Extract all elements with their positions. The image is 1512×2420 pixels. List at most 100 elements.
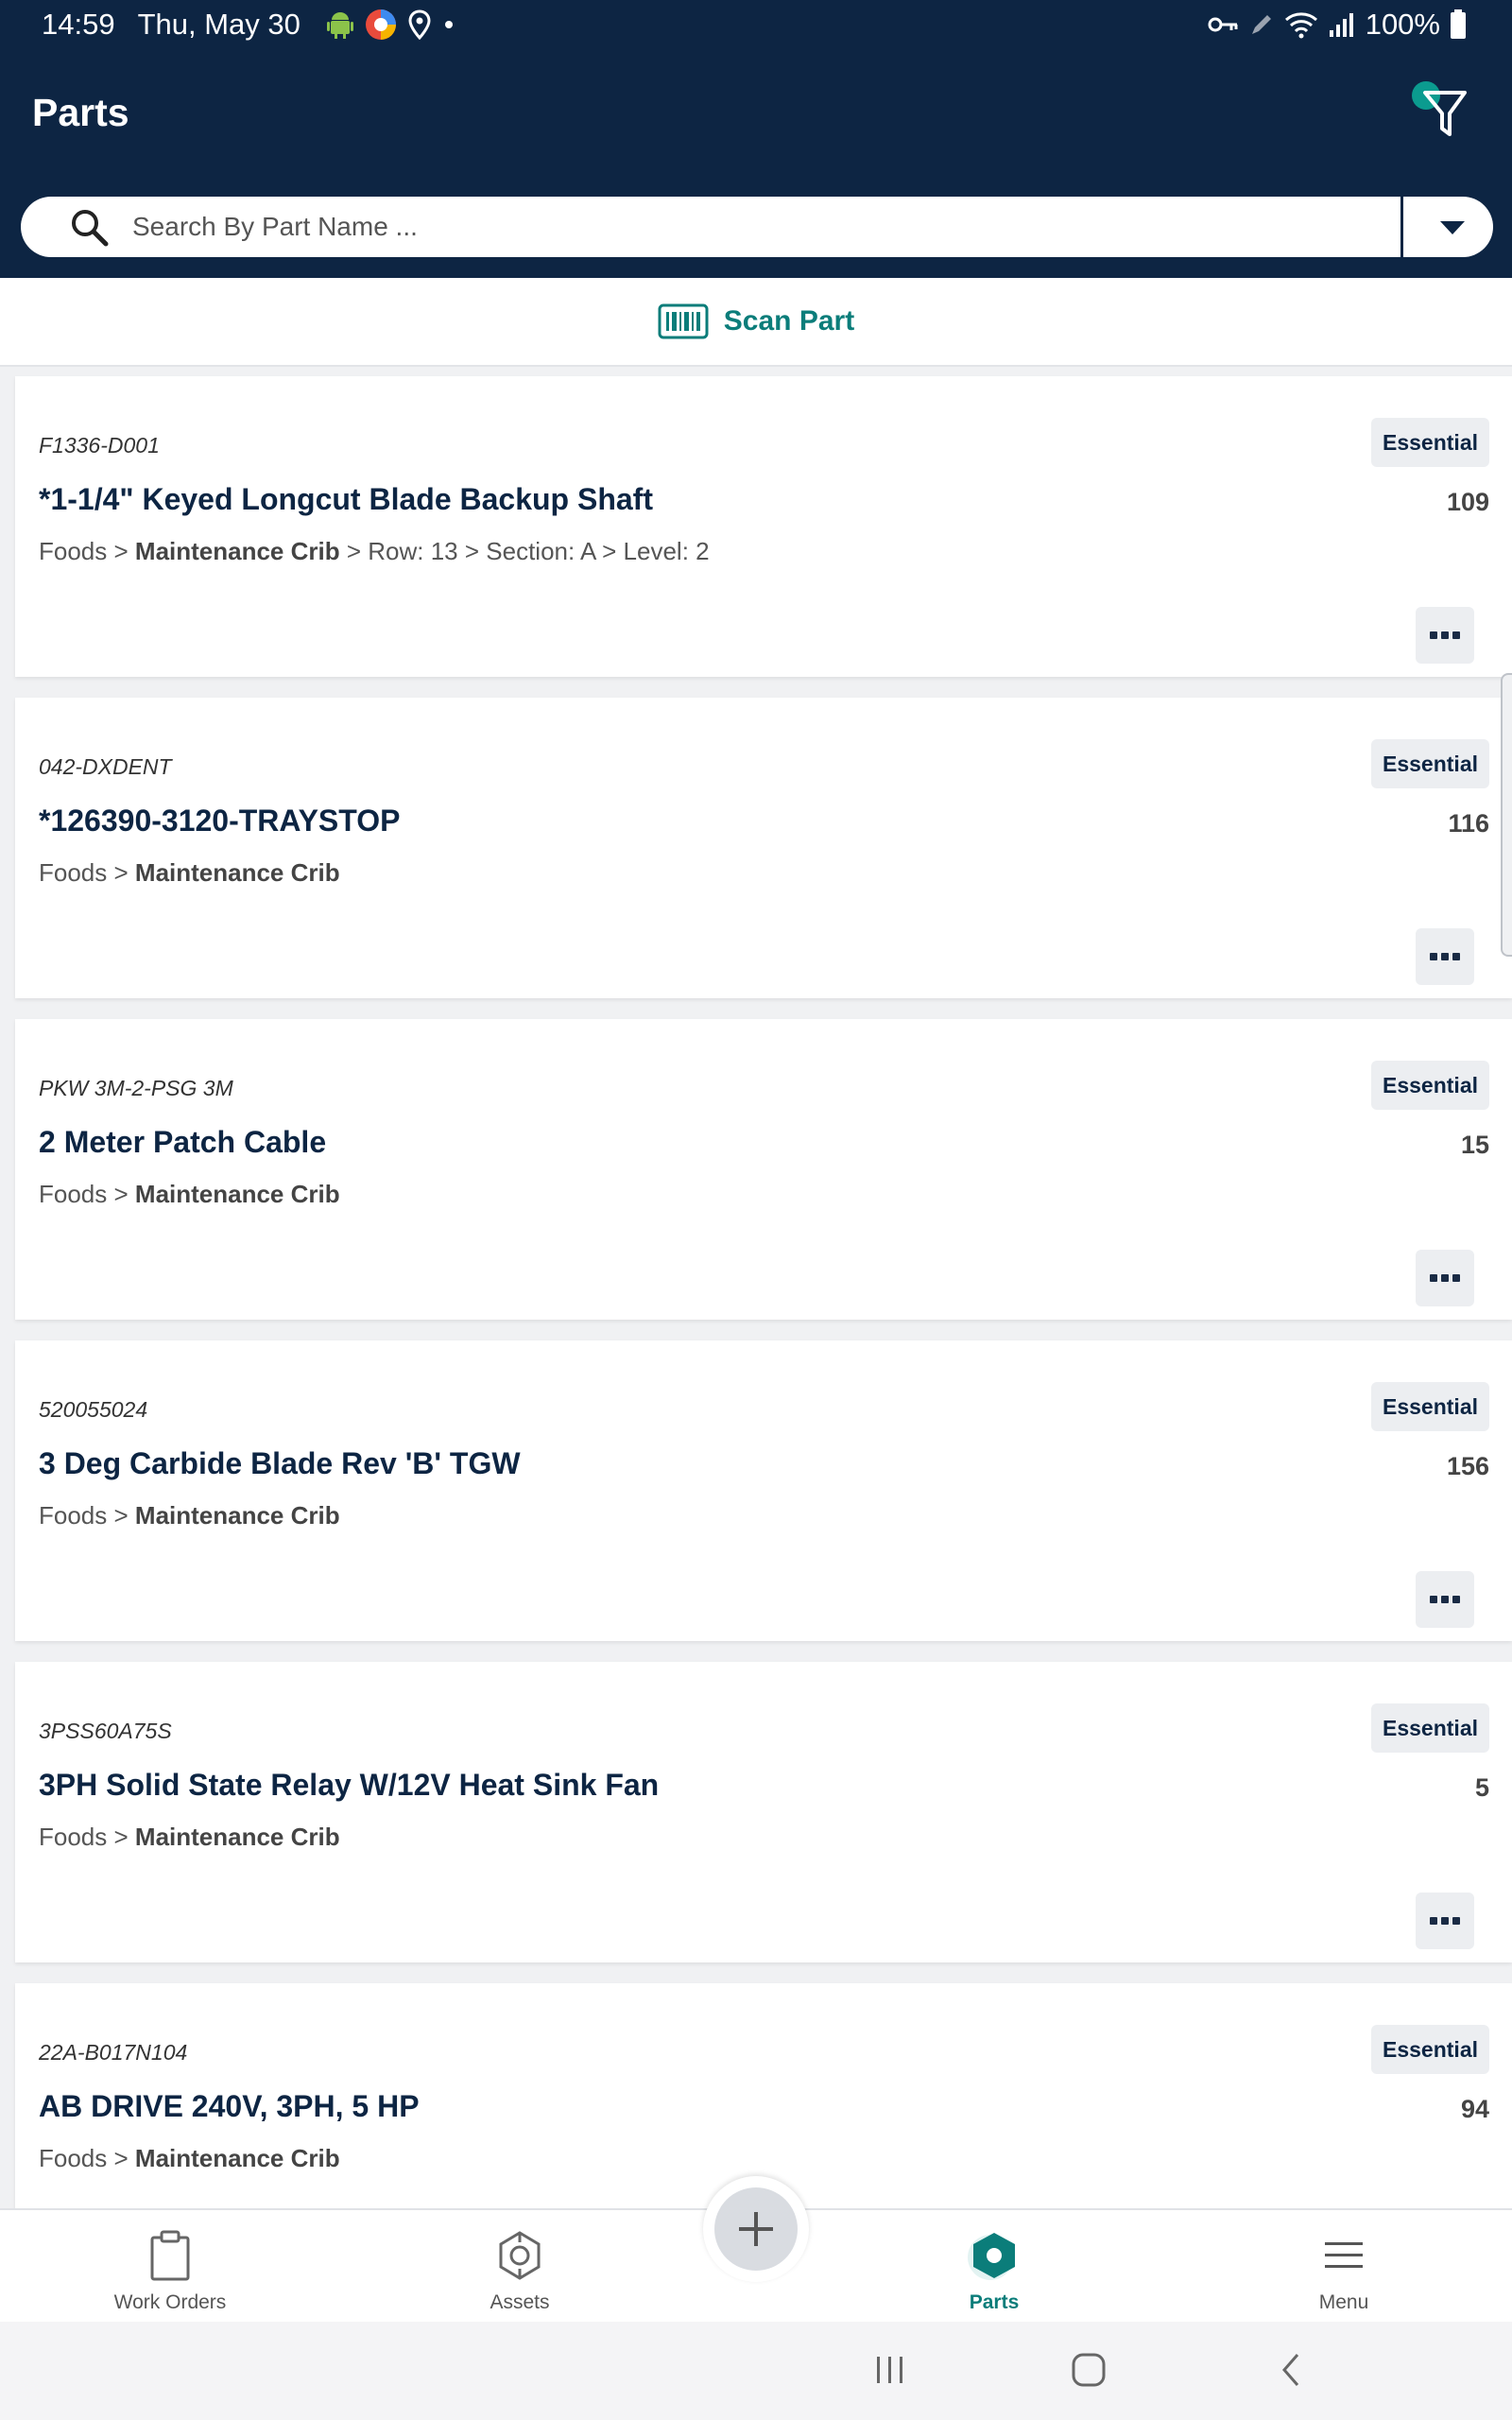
recent-apps-button[interactable] [862, 2346, 919, 2394]
part-name: *126390-3120-TRAYSTOP [39, 804, 401, 838]
part-card[interactable]: 520055024 Essential 3 Deg Carbide Blade … [15, 1340, 1512, 1641]
essential-badge: Essential [1371, 739, 1489, 788]
location-crib: Maintenance Crib [134, 1823, 340, 1851]
part-location: Foods > Maintenance Crib [39, 2144, 340, 2173]
location-icon [408, 9, 431, 40]
search-input[interactable] [132, 202, 1399, 251]
essential-badge: Essential [1371, 1382, 1489, 1431]
search-icon [72, 210, 109, 247]
browser-icon [365, 9, 396, 40]
nav-parts[interactable]: Parts [900, 2210, 1089, 2324]
location-prefix: Foods > [39, 858, 135, 887]
more-options-button[interactable] [1416, 1893, 1474, 1949]
home-icon [1072, 2353, 1106, 2387]
home-button[interactable] [1060, 2346, 1117, 2394]
part-location: Foods > Maintenance Crib [39, 1180, 340, 1209]
page-title: Parts [32, 91, 129, 134]
barcode-icon [658, 303, 709, 339]
part-name: AB DRIVE 240V, 3PH, 5 HP [39, 2089, 420, 2123]
chevron-down-icon[interactable] [1429, 208, 1476, 246]
part-card[interactable]: 3PSS60A75S Essential 3PH Solid State Rel… [15, 1662, 1512, 1962]
part-location: Foods > Maintenance Crib [39, 1823, 340, 1852]
location-prefix: Foods > [39, 1180, 135, 1208]
part-quantity: 5 [1474, 1773, 1489, 1802]
more-options-button[interactable] [1416, 1571, 1474, 1628]
scan-part-button[interactable]: Scan Part [0, 278, 1512, 367]
part-code: 3PSS60A75S [39, 1719, 172, 1743]
part-quantity: 156 [1446, 1452, 1489, 1480]
asset-icon [499, 2231, 541, 2280]
battery-icon [1451, 9, 1466, 39]
nav-menu[interactable]: Menu [1249, 2210, 1438, 2324]
wifi-icon [1284, 12, 1317, 39]
clipboard-icon [150, 2230, 190, 2281]
status-date: Thu, May 30 [137, 8, 301, 41]
pen-icon [1251, 15, 1271, 34]
back-button[interactable] [1263, 2346, 1319, 2394]
part-quantity: 109 [1446, 488, 1489, 516]
part-location: Foods > Maintenance Crib > Row: 13 > Sec… [39, 537, 710, 566]
nav-label: Parts [969, 2291, 1020, 2313]
location-prefix: Foods > [39, 1823, 135, 1851]
system-navigation-bar [0, 2322, 1512, 2420]
location-crib: Maintenance Crib [134, 537, 340, 565]
part-code: PKW 3M-2-PSG 3M [39, 1076, 233, 1100]
key-icon [1208, 17, 1238, 32]
status-time: 14:59 [42, 8, 115, 41]
status-bar: 14:59 Thu, May 30 100% [0, 0, 1512, 53]
search-bar [21, 197, 1493, 257]
plus-icon [739, 2212, 773, 2246]
location-prefix: Foods > [39, 537, 135, 565]
part-name: 3PH Solid State Relay W/12V Heat Sink Fa… [39, 1768, 660, 1802]
part-name: 3 Deg Carbide Blade Rev 'B' TGW [39, 1446, 521, 1480]
location-crib: Maintenance Crib [134, 2144, 340, 2172]
edge-panel-handle[interactable] [1501, 673, 1512, 957]
android-icon [326, 12, 353, 39]
nav-label: Work Orders [113, 2291, 227, 2313]
part-card[interactable]: PKW 3M-2-PSG 3M Essential 2 Meter Patch … [15, 1019, 1512, 1320]
part-quantity: 15 [1460, 1131, 1489, 1159]
essential-badge: Essential [1371, 1061, 1489, 1110]
hex-nut-icon [968, 2233, 1015, 2280]
location-prefix: Foods > [39, 1501, 135, 1530]
nav-work-orders[interactable]: Work Orders [76, 2210, 265, 2324]
part-location: Foods > Maintenance Crib [39, 1501, 340, 1530]
more-options-button[interactable] [1416, 928, 1474, 985]
location-prefix: Foods > [39, 2144, 135, 2172]
dot-icon [444, 21, 453, 28]
part-code: 042-DXDENT [39, 754, 172, 779]
essential-badge: Essential [1371, 1703, 1489, 1753]
part-code: 22A-B017N104 [39, 2040, 188, 2065]
location-crib: Maintenance Crib [134, 858, 340, 887]
back-icon [1282, 2354, 1299, 2386]
add-button[interactable] [714, 2187, 798, 2271]
location-suffix: > Row: 13 > Section: A > Level: 2 [339, 537, 710, 565]
nav-label: Assets [490, 2291, 550, 2313]
recent-apps-icon [877, 2357, 902, 2383]
more-options-button[interactable] [1416, 607, 1474, 664]
hamburger-icon [1325, 2242, 1363, 2268]
nav-label: Menu [1318, 2291, 1369, 2313]
add-button-wrapper [703, 2176, 809, 2282]
location-crib: Maintenance Crib [134, 1501, 340, 1530]
filter-icon[interactable] [1406, 79, 1482, 147]
part-quantity: 94 [1460, 2095, 1489, 2123]
part-code: 520055024 [39, 1397, 148, 1422]
app-header: 14:59 Thu, May 30 100% Parts [0, 0, 1512, 278]
scan-part-label: Scan Part [723, 305, 855, 337]
part-card[interactable]: 042-DXDENT Essential *126390-3120-TRAYST… [15, 698, 1512, 998]
battery-percent: 100% [1365, 8, 1440, 41]
part-quantity: 116 [1448, 809, 1489, 838]
essential-badge: Essential [1371, 418, 1489, 467]
part-name: *1-1/4" Keyed Longcut Blade Backup Shaft [39, 482, 653, 516]
part-code: F1336-D001 [39, 433, 160, 458]
location-crib: Maintenance Crib [134, 1180, 340, 1208]
part-card[interactable]: F1336-D001 Essential *1-1/4" Keyed Longc… [15, 376, 1512, 677]
essential-badge: Essential [1371, 2025, 1489, 2074]
search-divider [1400, 197, 1403, 257]
part-location: Foods > Maintenance Crib [39, 858, 340, 888]
more-options-button[interactable] [1416, 1250, 1474, 1306]
signal-icon [1329, 13, 1353, 37]
nav-assets[interactable]: Assets [425, 2210, 614, 2324]
part-name: 2 Meter Patch Cable [39, 1125, 327, 1159]
